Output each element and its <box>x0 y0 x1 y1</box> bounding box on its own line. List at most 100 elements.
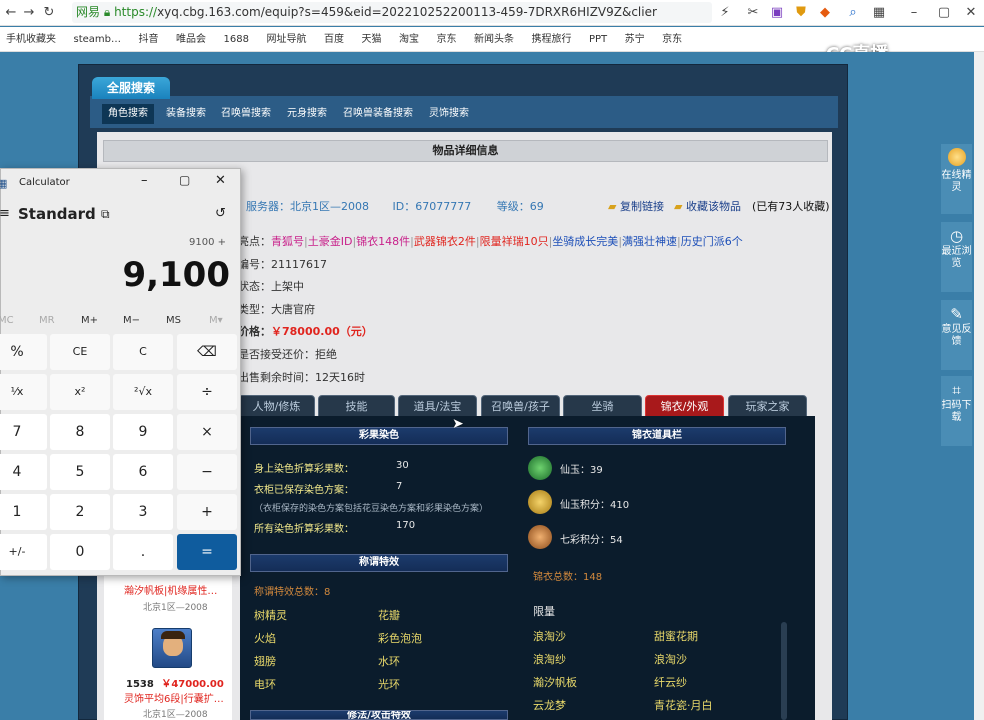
digit-4-button[interactable]: 4 <box>0 454 47 490</box>
highlight-tag: 锦衣148件 <box>356 235 411 248</box>
maximize-icon[interactable]: ▢ <box>935 4 953 22</box>
history-icon[interactable]: ↺ <box>215 206 226 221</box>
bookmark-item[interactable]: 1688 <box>224 27 249 51</box>
search-icon[interactable]: ⌕ <box>844 4 862 22</box>
nav-tab-yuanshen[interactable]: 元身搜索 <box>281 104 333 124</box>
sqrt-button[interactable]: ²√x <box>113 374 173 410</box>
nav-tab-equipment[interactable]: 装备搜索 <box>160 104 212 124</box>
memory-subtract-button[interactable]: M− <box>123 315 140 326</box>
bookmark-item[interactable]: 手机收藏夹 <box>6 27 56 51</box>
digit-7-button[interactable]: 7 <box>0 414 47 450</box>
favorite-link[interactable]: ▰ 收藏该物品 <box>674 198 741 214</box>
memory-recall-button[interactable]: MR <box>39 315 55 326</box>
lightning-icon[interactable]: ⚡ <box>716 4 734 22</box>
bookmark-item[interactable]: 京东 <box>662 27 682 51</box>
multiply-button[interactable]: × <box>177 414 237 450</box>
keep-on-top-icon[interactable]: ⧉ <box>101 207 110 222</box>
forward-icon[interactable]: → <box>20 4 38 22</box>
digit-5-button[interactable]: 5 <box>50 454 110 490</box>
page-scrollbar[interactable] <box>974 52 984 720</box>
back-icon[interactable]: ← <box>2 4 20 22</box>
online-helper-button[interactable]: 在线精灵 <box>941 144 972 214</box>
nav-tab-pet[interactable]: 召唤兽搜索 <box>215 104 277 124</box>
tab-character[interactable]: 人物/修炼 <box>238 395 315 417</box>
bookmark-item[interactable]: 唯品会 <box>176 27 206 51</box>
minimize-icon[interactable]: – <box>905 4 923 22</box>
digit-6-button[interactable]: 6 <box>113 454 173 490</box>
tab-skills[interactable]: 技能 <box>318 395 395 417</box>
nav-tab-role[interactable]: 角色搜索 <box>102 104 154 124</box>
square-button[interactable]: x² <box>50 374 110 410</box>
calc-close-icon[interactable]: ✕ <box>215 173 226 188</box>
listing-desc[interactable]: 瀚汐帆板|机缘属性… <box>124 582 217 597</box>
bookmark-item[interactable]: 百度 <box>324 27 344 51</box>
digit-2-button[interactable]: 2 <box>50 494 110 530</box>
apps-icon[interactable]: ▦ <box>870 4 888 22</box>
recent-browse-button[interactable]: ◷ 最近浏览 <box>941 222 972 292</box>
add-button[interactable]: + <box>177 494 237 530</box>
shield-icon[interactable]: ⛊ <box>792 4 810 22</box>
tab-mount[interactable]: 坐骑 <box>563 395 642 417</box>
color-row-label: 身上染色折算彩果数： <box>254 464 354 475</box>
color-note: （衣柜保存的染色方案包括花豆染色方案和彩果染色方案） <box>254 504 489 514</box>
decimal-button[interactable]: . <box>113 534 173 570</box>
equals-button[interactable]: = <box>177 534 237 570</box>
divide-button[interactable]: ÷ <box>177 374 237 410</box>
limited-scrollbar[interactable] <box>781 622 787 720</box>
bookmark-item[interactable]: 携程旅行 <box>531 27 571 51</box>
tab-outfit[interactable]: 锦衣/外观 <box>645 395 724 417</box>
scan-download-button[interactable]: ⌗ 扫码下载 <box>941 376 972 446</box>
digit-0-button[interactable]: 0 <box>50 534 110 570</box>
digit-1-button[interactable]: 1 <box>0 494 47 530</box>
fox-icon[interactable]: ◆ <box>816 4 834 22</box>
recent-browse-label: 最近浏览 <box>941 246 972 269</box>
tab-pets[interactable]: 召唤兽/孩子 <box>481 395 560 417</box>
avatar[interactable] <box>152 628 192 668</box>
bookmark-item[interactable]: 苏宁 <box>625 27 645 51</box>
refresh-icon[interactable]: ↻ <box>40 4 58 22</box>
backspace-button[interactable]: ⌫ <box>177 334 237 370</box>
level-label: 等级：69 <box>496 200 544 213</box>
negate-button[interactable]: +/- <box>0 534 47 570</box>
close-icon[interactable]: ✕ <box>962 4 980 22</box>
memory-clear-button[interactable]: MC <box>0 315 14 326</box>
bookmark-item[interactable]: PPT <box>589 27 607 51</box>
bookmark-item[interactable]: 新闻头条 <box>474 27 514 51</box>
memory-add-button[interactable]: M+ <box>81 315 98 326</box>
clear-entry-button[interactable]: CE <box>50 334 110 370</box>
bookmark-item[interactable]: 淘宝 <box>399 27 419 51</box>
nav-tab-ornament[interactable]: 灵饰搜索 <box>423 104 475 124</box>
digit-8-button[interactable]: 8 <box>50 414 110 450</box>
limited-item: 甜蜜花期 <box>654 630 698 643</box>
digit-3-button[interactable]: 3 <box>113 494 173 530</box>
tab-player-home[interactable]: 玩家之家 <box>728 395 807 417</box>
menu-icon[interactable]: ≡ <box>0 206 10 221</box>
scissors-icon[interactable]: ✂ <box>744 4 762 22</box>
clear-button[interactable]: C <box>113 334 173 370</box>
title-effect: 光环 <box>378 678 400 691</box>
memory-list-button[interactable]: M▾ <box>209 315 223 326</box>
all-server-search-tab[interactable]: 全服搜索 <box>92 77 170 99</box>
server-info-line: 服务器：北京1区—2008 ID：67077777 等级：69 ▰ 复制链接 ▰… <box>246 198 830 216</box>
bookmark-item[interactable]: 京东 <box>436 27 456 51</box>
memory-store-button[interactable]: MS <box>166 315 181 326</box>
online-helper-label: 在线精灵 <box>941 170 972 193</box>
subtract-button[interactable]: − <box>177 454 237 490</box>
bookmark-item[interactable]: steamb… <box>74 27 122 51</box>
listing-desc[interactable]: 灵饰平均6段|行囊扩… <box>124 690 224 705</box>
nav-tab-pet-equipment[interactable]: 召唤兽装备搜索 <box>337 104 419 124</box>
reciprocal-button[interactable]: ¹⁄x <box>0 374 47 410</box>
calculator-app-icon: ▦ <box>0 177 8 190</box>
bookmark-item[interactable]: 网址导航 <box>266 27 306 51</box>
calc-maximize-icon[interactable]: ▢ <box>179 173 190 187</box>
address-bar[interactable]: 网易 🔒︎ https://xyq.cbg.163.com/equip?s=45… <box>72 2 712 23</box>
bookmark-item[interactable]: 天猫 <box>361 27 381 51</box>
tab-items[interactable]: 道具/法宝 <box>398 395 477 417</box>
extension-icon[interactable]: ▣ <box>768 4 786 22</box>
feedback-button[interactable]: ✎ 意见反馈 <box>941 300 972 370</box>
calc-minimize-icon[interactable]: – <box>141 173 148 188</box>
percent-button[interactable]: % <box>0 334 47 370</box>
digit-9-button[interactable]: 9 <box>113 414 173 450</box>
bookmark-item[interactable]: 抖音 <box>139 27 159 51</box>
copy-link[interactable]: ▰ 复制链接 <box>608 198 664 214</box>
